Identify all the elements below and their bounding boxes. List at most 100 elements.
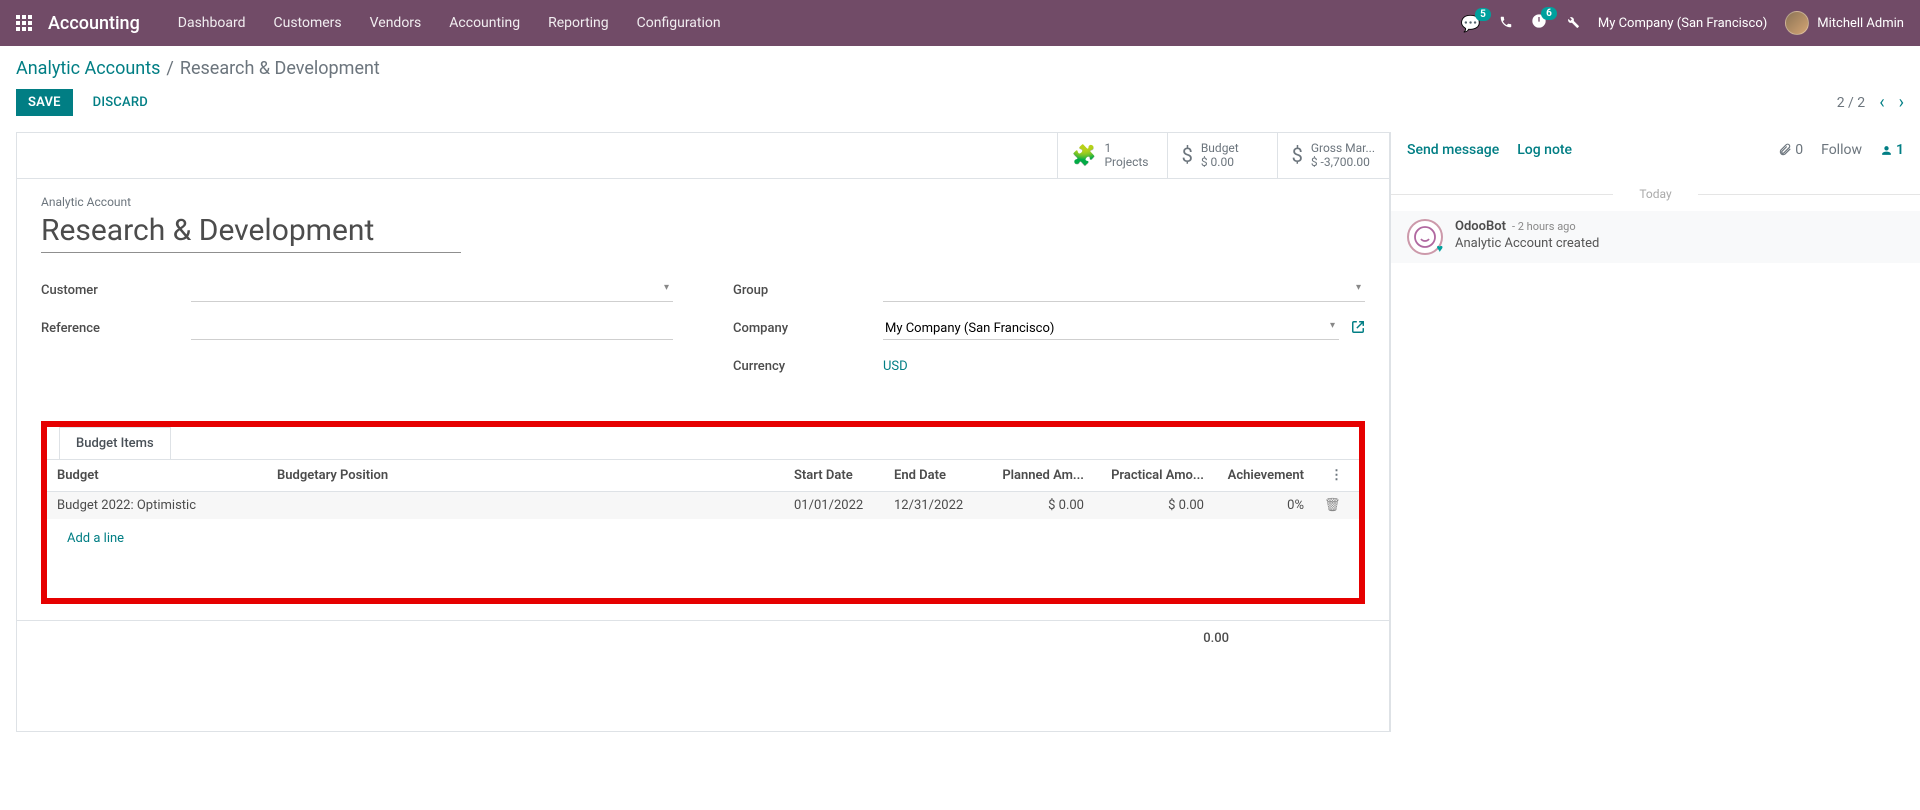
external-link-icon[interactable] [1351, 320, 1365, 338]
label-group: Group [733, 283, 883, 298]
app-title[interactable]: Accounting [48, 13, 140, 34]
trash-icon[interactable]: 🗑 [1324, 498, 1341, 513]
menu-vendors[interactable]: Vendors [356, 0, 436, 46]
bot-avatar-icon: ♥ [1407, 219, 1443, 255]
pager-next-icon[interactable]: › [1899, 92, 1904, 113]
budget-items-highlight: Budget Items Budget Budgetary Position S… [41, 421, 1365, 604]
attachments-button[interactable]: 0 [1778, 142, 1803, 158]
attach-count: 0 [1795, 142, 1803, 158]
footer-total: 0.00 [1203, 631, 1229, 646]
heart-icon: ♥ [1436, 242, 1443, 255]
navbar-menu: Dashboard Customers Vendors Accounting R… [164, 0, 735, 46]
cell-end[interactable]: 12/31/2022 [884, 491, 984, 519]
th-planned[interactable]: Planned Am... [984, 459, 1094, 491]
activities-badge: 6 [1541, 7, 1557, 20]
reference-input[interactable] [191, 318, 673, 339]
cell-practical[interactable]: $ 0.00 [1094, 491, 1214, 519]
chatter-panel: Send message Log note 0 Follow 1 Today ♥ [1390, 132, 1920, 732]
follow-button[interactable]: Follow [1821, 142, 1862, 158]
label-company: Company [733, 321, 883, 336]
user-name: Mitchell Admin [1817, 16, 1904, 31]
th-end[interactable]: End Date [884, 459, 984, 491]
currency-value[interactable]: USD [883, 359, 908, 374]
stat-budget-value: $ 0.00 [1201, 155, 1239, 169]
menu-reporting[interactable]: Reporting [534, 0, 623, 46]
group-field[interactable]: ▾ [883, 280, 1365, 302]
th-position[interactable]: Budgetary Position [267, 459, 784, 491]
kebab-icon[interactable]: ⋮ [1324, 468, 1349, 483]
cell-achievement[interactable]: 0% [1214, 491, 1314, 519]
pager-prev-icon[interactable]: ‹ [1879, 92, 1884, 113]
th-achievement[interactable]: Achievement [1214, 459, 1314, 491]
cell-start[interactable]: 01/01/2022 [784, 491, 884, 519]
reference-field[interactable] [191, 318, 673, 340]
activities-icon[interactable]: 6 [1531, 13, 1547, 33]
followers-button[interactable]: 1 [1880, 142, 1904, 158]
company-selector[interactable]: My Company (San Francisco) [1598, 16, 1767, 31]
cell-budget[interactable]: Budget 2022: Optimistic [47, 491, 267, 519]
stat-budget-label: Budget [1201, 141, 1239, 155]
followers-count: 1 [1896, 142, 1904, 158]
title-label: Analytic Account [41, 195, 1365, 209]
phone-icon[interactable] [1499, 14, 1513, 33]
menu-configuration[interactable]: Configuration [623, 0, 735, 46]
table-footer: 0.00 [17, 620, 1389, 656]
budget-table: Budget Budgetary Position Start Date End… [47, 459, 1359, 598]
title-input[interactable] [41, 211, 461, 253]
customer-input[interactable] [191, 280, 673, 301]
dollar-icon: $ [1182, 143, 1193, 167]
main-layout: 🧩 1 Projects $ Budget $ 0.00 $ Gross Mar… [0, 126, 1920, 738]
form-col-right: Group ▾ Company [733, 277, 1365, 391]
stat-projects-label: Projects [1104, 155, 1148, 169]
day-separator: Today [1391, 187, 1920, 201]
pager-text[interactable]: 2 / 2 [1837, 95, 1865, 111]
discard-button[interactable]: DISCARD [85, 89, 156, 116]
th-practical[interactable]: Practical Amo... [1094, 459, 1214, 491]
stat-projects[interactable]: 🧩 1 Projects [1057, 133, 1167, 178]
cell-planned[interactable]: $ 0.00 [984, 491, 1094, 519]
cell-position[interactable] [267, 491, 784, 519]
navbar-right: 💬5 6 My Company (San Francisco) Mitchell… [1461, 11, 1904, 35]
user-avatar-icon [1785, 11, 1809, 35]
menu-accounting[interactable]: Accounting [435, 0, 534, 46]
stat-budget[interactable]: $ Budget $ 0.00 [1167, 133, 1277, 178]
label-currency: Currency [733, 359, 883, 374]
messages-badge: 5 [1475, 8, 1491, 21]
label-customer: Customer [41, 283, 191, 298]
menu-dashboard[interactable]: Dashboard [164, 0, 260, 46]
stat-gross-value: $ -3,700.00 [1311, 155, 1375, 169]
customer-field[interactable]: ▾ [191, 280, 673, 302]
control-bar: Analytic Accounts / Research & Developme… [0, 46, 1920, 126]
tools-icon[interactable] [1565, 14, 1580, 33]
label-reference: Reference [41, 321, 191, 336]
form-body: Analytic Account Customer ▾ [17, 179, 1389, 620]
msg-author[interactable]: OdooBot [1455, 219, 1506, 234]
company-field[interactable]: ▾ [883, 318, 1339, 340]
log-note-button[interactable]: Log note [1517, 142, 1572, 158]
th-start[interactable]: Start Date [784, 459, 884, 491]
add-line-button[interactable]: Add a line [57, 525, 134, 552]
form-columns: Customer ▾ Reference [41, 277, 1365, 391]
stat-buttons: 🧩 1 Projects $ Budget $ 0.00 $ Gross Mar… [17, 133, 1389, 179]
stat-gross[interactable]: $ Gross Mar... $ -3,700.00 [1277, 133, 1389, 178]
breadcrumb-parent[interactable]: Analytic Accounts [16, 58, 160, 79]
menu-customers[interactable]: Customers [260, 0, 356, 46]
group-input[interactable] [883, 280, 1365, 301]
puzzle-icon: 🧩 [1072, 143, 1097, 167]
stat-projects-value: 1 [1104, 141, 1148, 155]
send-message-button[interactable]: Send message [1407, 142, 1499, 158]
messages-icon[interactable]: 💬5 [1461, 14, 1481, 33]
tab-budget-items[interactable]: Budget Items [59, 427, 171, 459]
msg-text: Analytic Account created [1455, 236, 1904, 251]
user-menu[interactable]: Mitchell Admin [1785, 11, 1904, 35]
navbar: Accounting Dashboard Customers Vendors A… [0, 0, 1920, 46]
apps-icon[interactable] [16, 15, 32, 31]
breadcrumb-separator: / [166, 58, 173, 79]
company-input[interactable] [883, 318, 1339, 339]
form-col-left: Customer ▾ Reference [41, 277, 673, 391]
message-item: ♥ OdooBot - 2 hours ago Analytic Account… [1391, 211, 1920, 263]
table-row[interactable]: Budget 2022: Optimistic 01/01/2022 12/31… [47, 491, 1359, 519]
form-sheet: 🧩 1 Projects $ Budget $ 0.00 $ Gross Mar… [16, 132, 1390, 732]
save-button[interactable]: SAVE [16, 89, 73, 116]
th-budget[interactable]: Budget [47, 459, 267, 491]
